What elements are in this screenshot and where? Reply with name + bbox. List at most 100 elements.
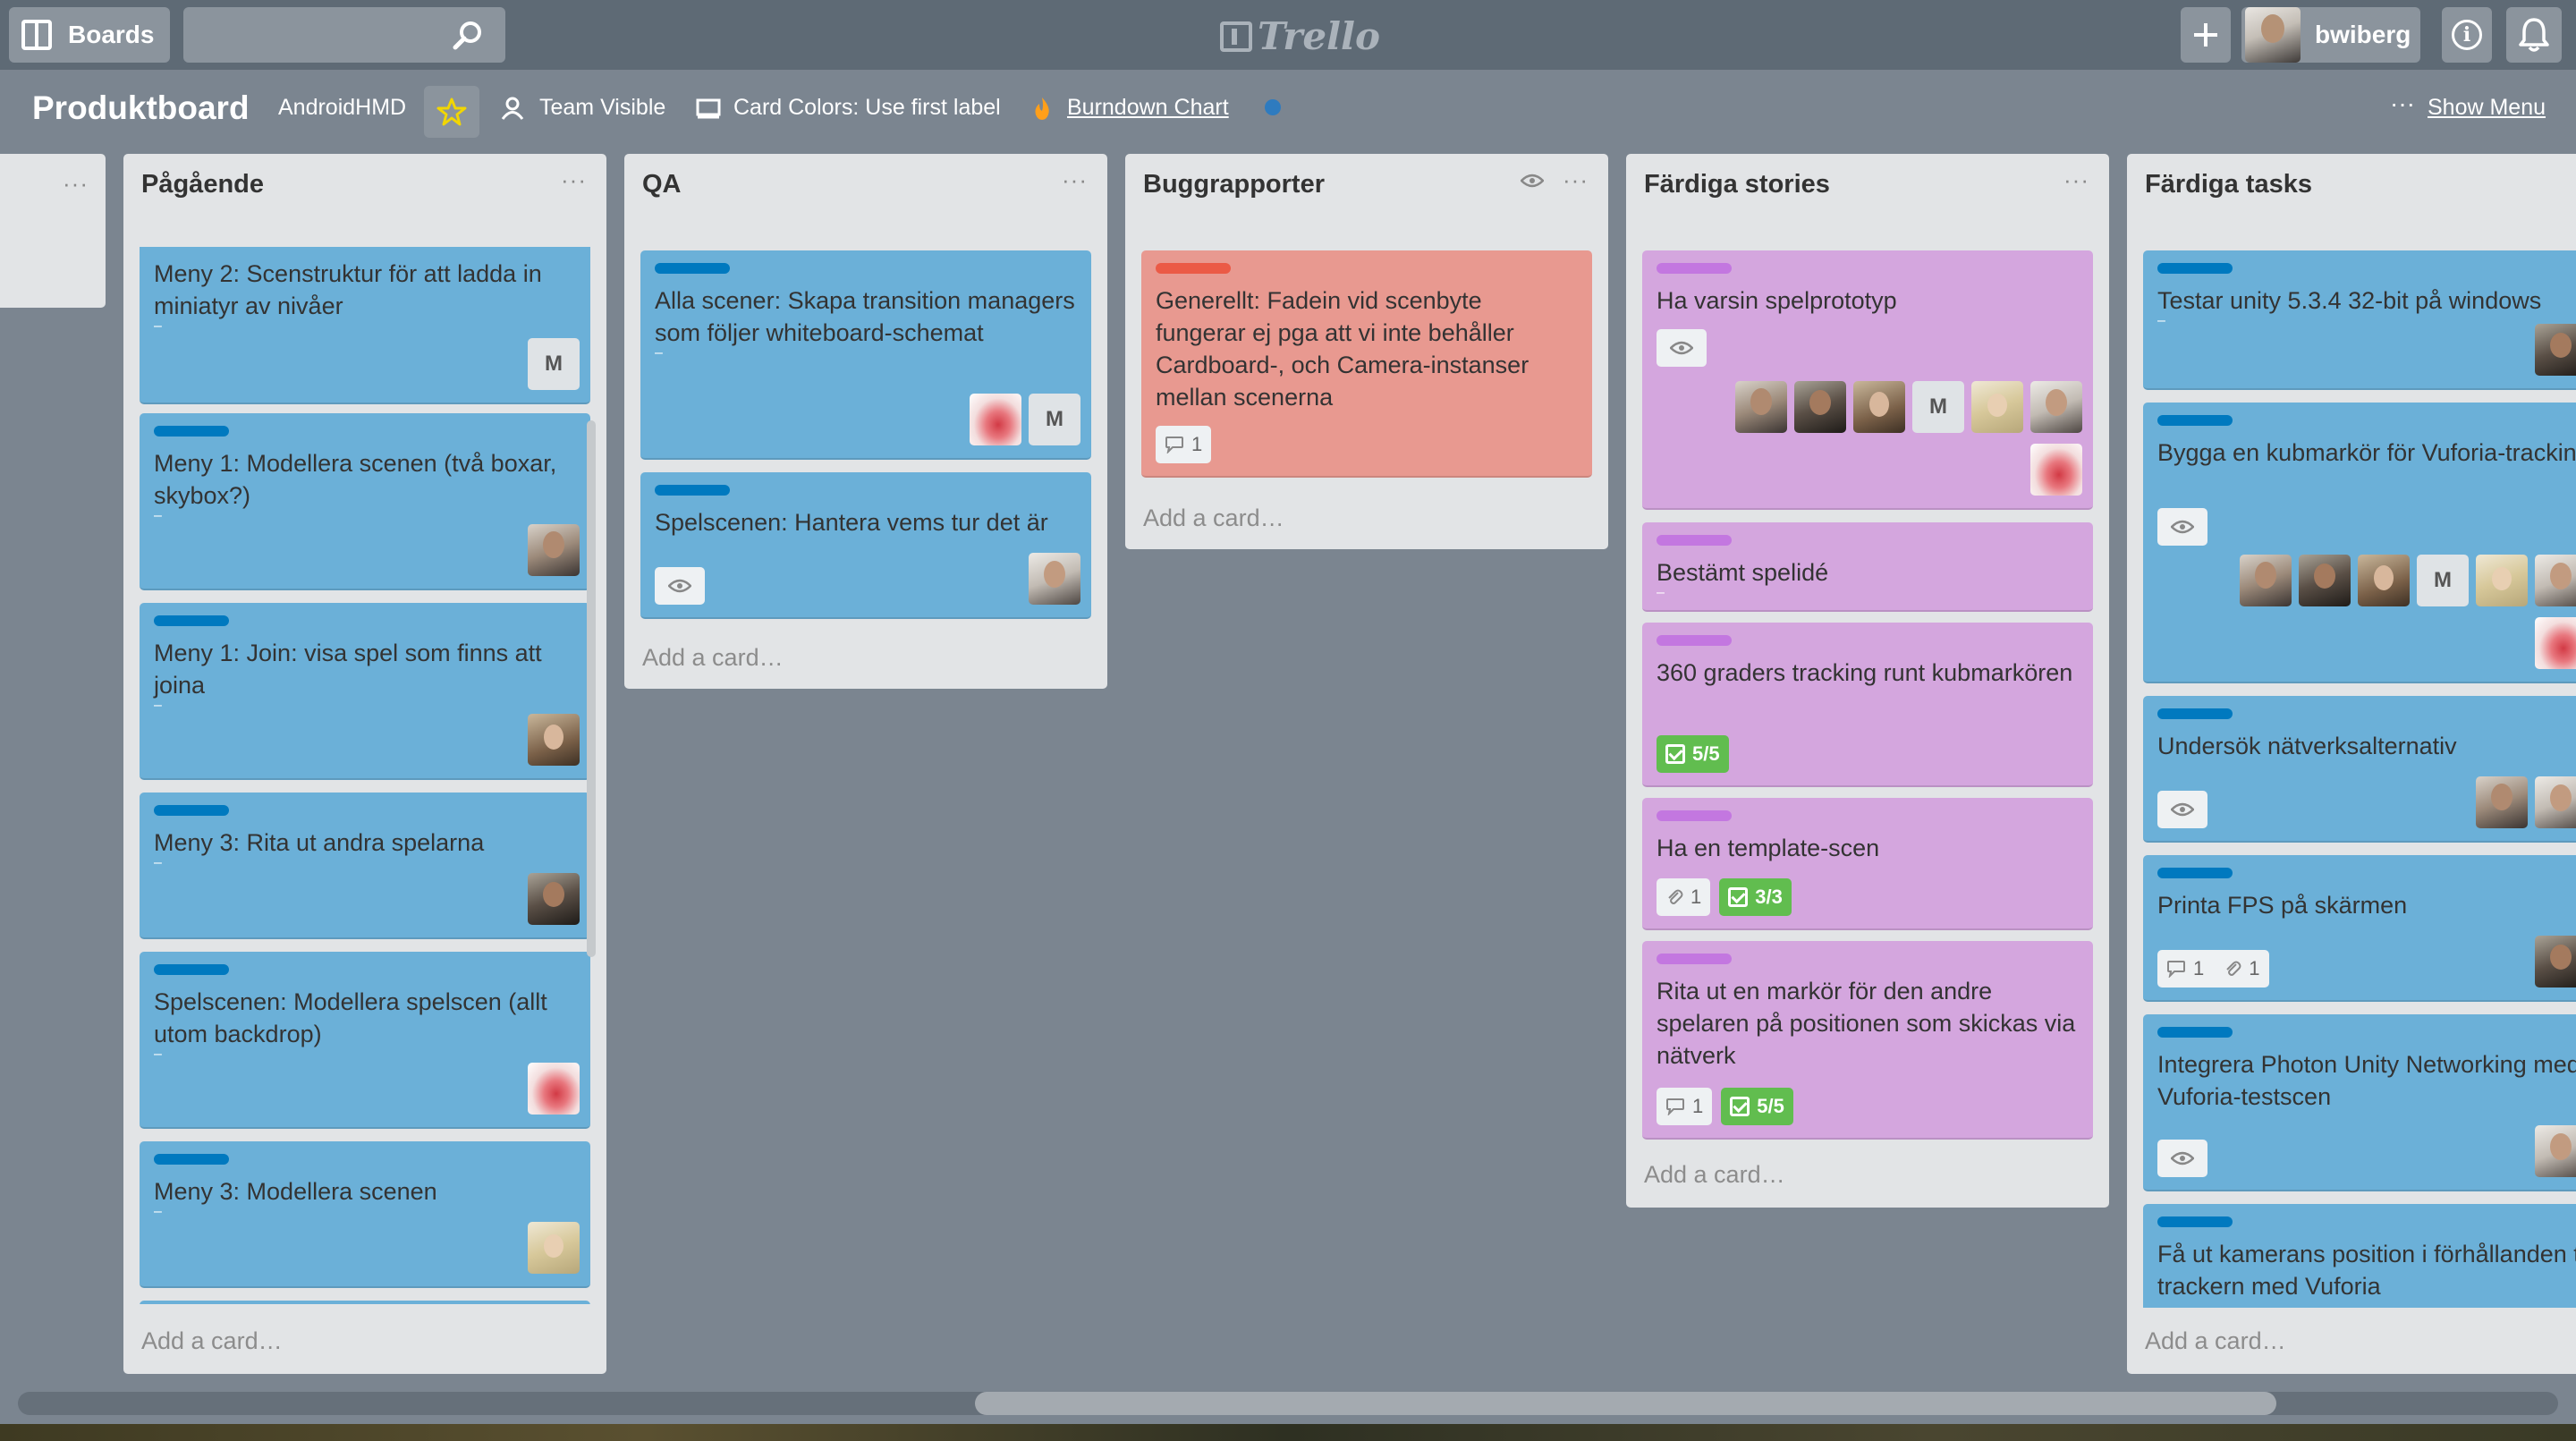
avatar[interactable] xyxy=(528,1063,580,1115)
avatar[interactable] xyxy=(2476,776,2528,828)
eye-icon xyxy=(668,579,691,593)
card[interactable]: Meny 2: Scenstruktur för att ladda in mi… xyxy=(140,247,590,404)
card[interactable]: Meny 1: Join: visa spel som finns att jo… xyxy=(140,603,590,780)
status-dot xyxy=(1265,99,1281,115)
card-title: Generellt: Fadein vid scenbyte fungerar … xyxy=(1156,287,1530,411)
info-button[interactable]: i xyxy=(2442,7,2492,63)
add-card-button[interactable]: Add a card… xyxy=(2145,1327,2286,1355)
avatar[interactable] xyxy=(2240,555,2292,606)
avatar[interactable] xyxy=(1794,381,1846,433)
card[interactable]: Ha varsin spelprototyp M xyxy=(1642,250,2093,510)
card[interactable]: Alla scener: Skapa transition managers s… xyxy=(640,250,1091,460)
avatar[interactable] xyxy=(1029,553,1080,605)
avatar[interactable] xyxy=(2535,324,2576,376)
avatar[interactable] xyxy=(2030,444,2082,496)
card[interactable]: Ha en template-scen 1 3/3 xyxy=(1642,798,2093,930)
list-menu-icon[interactable]: ··· xyxy=(1563,166,1589,194)
burndown-chart-link[interactable]: Burndown Chart xyxy=(1067,95,1229,121)
eye-icon[interactable] xyxy=(1521,174,1544,188)
card[interactable]: Rita ut en markör för den andre spelaren… xyxy=(1642,941,2093,1140)
comment-icon xyxy=(1666,1098,1684,1115)
bell-icon xyxy=(2519,18,2549,52)
watch-badge xyxy=(2157,1140,2207,1177)
card[interactable]: Meny 3: Rita ut andra spelarna – xyxy=(140,793,590,939)
list-title[interactable]: Färdiga stories xyxy=(1644,170,1830,199)
avatar[interactable] xyxy=(528,873,580,925)
avatar[interactable] xyxy=(1853,381,1905,433)
star-button[interactable] xyxy=(424,86,479,138)
card[interactable]: Bygga en kubmarkör för Vuforia-tracking … xyxy=(2143,403,2576,683)
add-card-button[interactable]: Add a card… xyxy=(1143,504,1284,532)
list-scrollbar[interactable] xyxy=(587,420,596,957)
show-menu-button[interactable]: Show Menu xyxy=(2428,95,2546,121)
notifications-button[interactable] xyxy=(2506,7,2562,63)
avatar[interactable] xyxy=(1735,381,1787,433)
user-menu-button[interactable]: bwiberg xyxy=(2241,7,2420,63)
avatar[interactable] xyxy=(528,524,580,576)
avatar[interactable] xyxy=(2535,936,2576,988)
avatar[interactable] xyxy=(2358,555,2410,606)
list-title[interactable]: Färdiga tasks xyxy=(2145,170,2312,199)
avatar[interactable]: M xyxy=(1029,394,1080,445)
avatar[interactable] xyxy=(2535,1125,2576,1177)
card[interactable]: Printa FPS på skärmen 1 1 xyxy=(2143,855,2576,1002)
card[interactable]: Meny 1: Modellera scenen (två boxar, sky… xyxy=(140,413,590,590)
card[interactable]: Spelscenen: Modellera spelscen (allt uto… xyxy=(140,952,590,1129)
avatar[interactable] xyxy=(528,714,580,766)
card-colors-button[interactable]: Card Colors: Use first label xyxy=(733,95,1001,121)
avatar[interactable]: M xyxy=(1912,381,1964,433)
trello-logo[interactable]: Trello xyxy=(1220,11,1380,59)
add-card-button[interactable]: Add a card… xyxy=(642,644,784,672)
list-menu-icon[interactable]: ··· xyxy=(1062,166,1088,194)
visibility-button[interactable]: Team Visible xyxy=(539,95,665,121)
card[interactable]: Meny 3: Modellera scenen – xyxy=(140,1141,590,1288)
top-bar: Boards Trello bwiberg i xyxy=(0,0,2576,70)
list-menu-icon[interactable]: ··· xyxy=(561,166,587,194)
attachment-icon xyxy=(1668,889,1683,904)
avatar[interactable]: M xyxy=(2417,555,2469,606)
list-title[interactable]: Buggrapporter xyxy=(1143,170,1325,199)
comments-attachments-badge: 1 1 xyxy=(2157,950,2269,988)
list-menu-icon[interactable]: ··· xyxy=(2063,166,2089,194)
eye-icon xyxy=(2171,802,2194,817)
info-icon: i xyxy=(2452,20,2482,50)
list-title[interactable]: QA xyxy=(642,170,682,199)
search-input[interactable] xyxy=(183,7,452,63)
avatar[interactable]: M xyxy=(528,338,580,390)
card[interactable]: Generellt: Fadein vid scenbyte fungerar … xyxy=(1141,250,1592,478)
add-card-button[interactable]: Add a card… xyxy=(1644,1161,1785,1189)
card[interactable]: Testar unity 5.3.4 32-bit på windows – xyxy=(2143,250,2576,390)
board-scrollbar-thumb[interactable] xyxy=(975,1392,2276,1415)
search-box[interactable] xyxy=(183,7,505,63)
add-card-button[interactable]: Add a card… xyxy=(141,1327,283,1355)
avatar[interactable] xyxy=(970,394,1021,445)
checklist-icon xyxy=(1665,744,1685,764)
card-title: Printa FPS på skärmen xyxy=(2157,892,2408,919)
avatar[interactable] xyxy=(2030,381,2082,433)
avatar[interactable] xyxy=(2535,555,2576,606)
comments-badge: 1 xyxy=(1156,426,1212,463)
comments-count: 1 xyxy=(1692,1095,1704,1117)
card[interactable]: Integrera Photon Unity Networking med Vu… xyxy=(2143,1014,2576,1191)
avatar[interactable] xyxy=(1971,381,2023,433)
card[interactable] xyxy=(140,1301,590,1304)
card[interactable]: Bestämt spelidé – xyxy=(1642,522,2093,612)
show-menu-dots-icon[interactable]: ··· xyxy=(2390,89,2415,118)
add-button[interactable] xyxy=(2181,7,2231,63)
avatar[interactable] xyxy=(2535,617,2576,669)
team-name[interactable]: AndroidHMD xyxy=(278,95,406,121)
card[interactable]: Undersök nätverksalternativ xyxy=(2143,696,2576,843)
avatar[interactable] xyxy=(2535,776,2576,828)
board-title[interactable]: Produktboard xyxy=(32,89,250,127)
avatar[interactable] xyxy=(2299,555,2351,606)
search-icon[interactable] xyxy=(452,20,484,52)
card[interactable]: 360 graders tracking runt kubmarkören 5/… xyxy=(1642,623,2093,787)
card[interactable]: Spelscenen: Hantera vems tur det är xyxy=(640,472,1091,619)
list-menu-icon[interactable]: ··· xyxy=(63,170,89,198)
star-icon xyxy=(436,97,467,126)
card[interactable]: Få ut kamerans position i förhållanden t… xyxy=(2143,1204,2576,1308)
avatar[interactable] xyxy=(2476,555,2528,606)
boards-button[interactable]: Boards xyxy=(9,7,170,63)
list-title[interactable]: Pågående xyxy=(141,170,264,199)
avatar[interactable] xyxy=(528,1222,580,1274)
